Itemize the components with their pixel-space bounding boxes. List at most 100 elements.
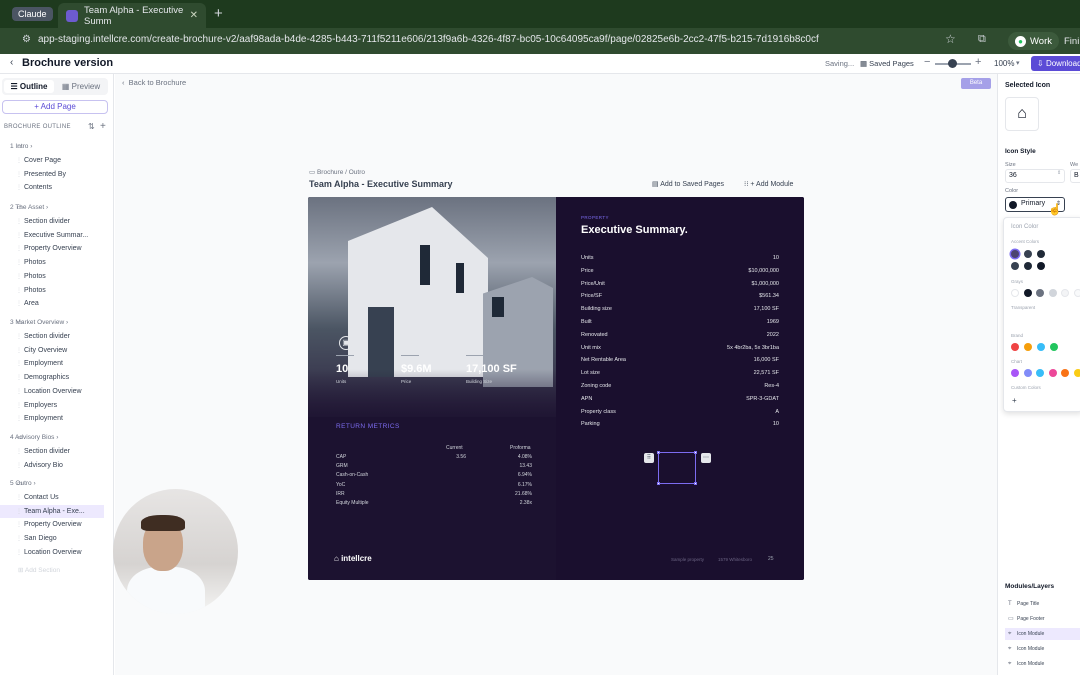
outline-item[interactable]: San Diego <box>24 535 57 542</box>
slide-page[interactable]: ▣ 10 Units $ $9.6M Price ⌗ 17,100 SF Bui… <box>308 197 804 580</box>
finish-button[interactable]: Fini <box>1064 36 1079 47</box>
outline-item[interactable]: Section divider <box>24 333 70 340</box>
outline-item[interactable]: Demographics <box>24 374 69 381</box>
chevron-down-icon[interactable]: ▾ <box>1016 59 1020 67</box>
outline-item[interactable]: Presented By <box>24 171 66 178</box>
tab-claude[interactable]: Claude <box>12 7 53 21</box>
color-swatch[interactable] <box>1037 343 1045 351</box>
color-swatch[interactable] <box>1011 289 1019 297</box>
layer-item[interactable]: T Page Title <box>1005 598 1080 610</box>
drag-handle-icon[interactable]: ⋮ <box>16 259 22 266</box>
outline-item[interactable]: Property Overview <box>24 245 82 252</box>
profile-work-button[interactable]: ● Work <box>1008 32 1059 50</box>
zoom-in-icon[interactable]: + <box>975 56 981 68</box>
outline-item[interactable]: Area <box>24 300 39 307</box>
drag-handle-icon[interactable]: ⋮ <box>16 171 22 178</box>
outline-item[interactable]: Photos <box>24 259 46 266</box>
color-swatch[interactable] <box>1037 262 1045 270</box>
outline-item[interactable]: Photos <box>24 273 46 280</box>
drag-handle-icon[interactable]: ⋮ <box>16 508 22 515</box>
home-icon[interactable]: ⌂ <box>1005 97 1039 131</box>
color-swatch[interactable] <box>1036 289 1044 297</box>
drag-handle-icon[interactable]: ⋮ <box>16 374 22 381</box>
zoom-level[interactable]: 100% <box>994 59 1014 68</box>
drag-handle-icon[interactable]: ⋮ <box>16 232 22 239</box>
add-custom-color-icon[interactable]: + <box>1012 396 1017 405</box>
outline-item[interactable]: Photos <box>24 287 46 294</box>
add-section-button[interactable]: ⊞ Add Section <box>18 566 60 574</box>
breadcrumb-text[interactable]: Brochure / Outro <box>317 169 365 176</box>
color-swatch[interactable] <box>1050 343 1058 351</box>
color-swatch[interactable] <box>1061 289 1069 297</box>
color-swatch[interactable] <box>1011 250 1019 258</box>
drag-handle-icon[interactable]: ⋮ <box>16 157 22 164</box>
add-module-button[interactable]: ⁝⁝ + Add Module <box>744 180 793 188</box>
add-section-icon[interactable]: + <box>100 121 106 132</box>
drag-handle-icon[interactable]: ⋮ <box>16 360 22 367</box>
url-input[interactable]: app-staging.intellcre.com/create-brochur… <box>38 34 819 45</box>
color-swatch[interactable] <box>1024 343 1032 351</box>
drag-handle-icon[interactable]: ⋮ <box>16 494 22 501</box>
chevron-left-icon[interactable]: ‹ <box>10 57 13 68</box>
layer-item[interactable]: ⌖ Icon Module <box>1005 658 1080 670</box>
outline-item[interactable]: Section divider <box>24 448 70 455</box>
drag-handle-icon[interactable]: ⋮ <box>16 333 22 340</box>
zoom-out-icon[interactable]: − <box>924 56 930 68</box>
outline-item[interactable]: City Overview <box>24 347 67 354</box>
drag-handle-icon[interactable]: ⋮ <box>16 415 22 422</box>
outline-item[interactable]: Location Overview <box>24 549 82 556</box>
drag-handle-icon[interactable]: ⋮ <box>16 535 22 542</box>
layer-item[interactable]: ⌖ Icon Module <box>1005 643 1080 655</box>
color-swatch[interactable] <box>1023 369 1032 377</box>
layer-item[interactable]: ▭ Page Footer <box>1005 613 1080 625</box>
outline-item[interactable]: Location Overview <box>24 388 82 395</box>
outline-item[interactable]: Team Alpha - Exe... <box>24 508 85 515</box>
weight-input[interactable]: B <box>1070 169 1080 183</box>
color-swatch[interactable] <box>1011 262 1019 270</box>
bookmark-star-icon[interactable]: ☆ <box>945 32 956 46</box>
resize-handle[interactable] <box>694 451 697 454</box>
color-swatch[interactable] <box>1048 369 1057 377</box>
close-icon[interactable]: ✕ <box>190 10 198 21</box>
add-to-saved-pages-button[interactable]: ▤ Add to Saved Pages <box>652 180 724 188</box>
drag-handle-icon[interactable]: ⋮ <box>16 388 22 395</box>
drag-handle-icon[interactable]: ⋮ <box>16 462 22 469</box>
outline-item[interactable]: Employment <box>24 360 63 367</box>
building-icon[interactable]: ⌗ <box>469 336 483 350</box>
drag-handle-icon[interactable]: ⋮ <box>16 300 22 307</box>
module-menu-icon[interactable]: ⋯ <box>701 453 711 463</box>
color-swatch[interactable] <box>1024 250 1032 258</box>
color-swatch[interactable] <box>1037 250 1045 258</box>
dollar-icon[interactable]: $ <box>404 336 418 350</box>
color-swatch[interactable] <box>1011 343 1019 351</box>
color-swatch[interactable] <box>1073 289 1080 297</box>
drag-handle-icon[interactable]: ⋮ <box>16 448 22 455</box>
extensions-icon[interactable]: ⧉ <box>978 33 986 46</box>
color-swatch[interactable] <box>1011 369 1019 377</box>
drag-handle-icon[interactable]: ⋮ <box>16 287 22 294</box>
site-settings-icon[interactable]: ⚙ <box>22 34 31 45</box>
selected-icon-module[interactable] <box>657 451 697 485</box>
saved-pages-button[interactable]: ▦ Saved Pages <box>860 59 914 68</box>
drag-handle-icon[interactable]: ⋮ <box>16 402 22 409</box>
resize-handle[interactable] <box>657 482 660 485</box>
drag-handle-icon[interactable]: ⋮ <box>16 245 22 252</box>
tab-preview[interactable]: ▦ Preview <box>56 80 106 93</box>
outline-item[interactable]: Executive Summar... <box>24 232 88 239</box>
download-button[interactable]: ⇩ Download <box>1031 56 1080 71</box>
drag-handle-icon[interactable]: ⋮ <box>16 347 22 354</box>
tab-outline[interactable]: ☰ Outline <box>4 80 54 93</box>
outline-item[interactable]: Employment <box>24 415 63 422</box>
layer-item[interactable]: ⌖ Icon Module <box>1005 628 1080 640</box>
color-swatch[interactable] <box>1036 369 1044 377</box>
color-swatch[interactable] <box>1048 289 1057 297</box>
new-tab-icon[interactable]: + <box>214 5 223 22</box>
color-swatch[interactable] <box>1061 369 1069 377</box>
outline-item[interactable]: Advisory Bio <box>24 462 63 469</box>
outline-item[interactable]: Contact Us <box>24 494 59 501</box>
outline-item[interactable]: Cover Page <box>24 157 61 164</box>
color-swatch[interactable] <box>1024 262 1032 270</box>
outline-item[interactable]: Contents <box>24 184 52 191</box>
outline-item[interactable]: Section divider <box>24 218 70 225</box>
color-swatch[interactable] <box>1073 369 1080 377</box>
